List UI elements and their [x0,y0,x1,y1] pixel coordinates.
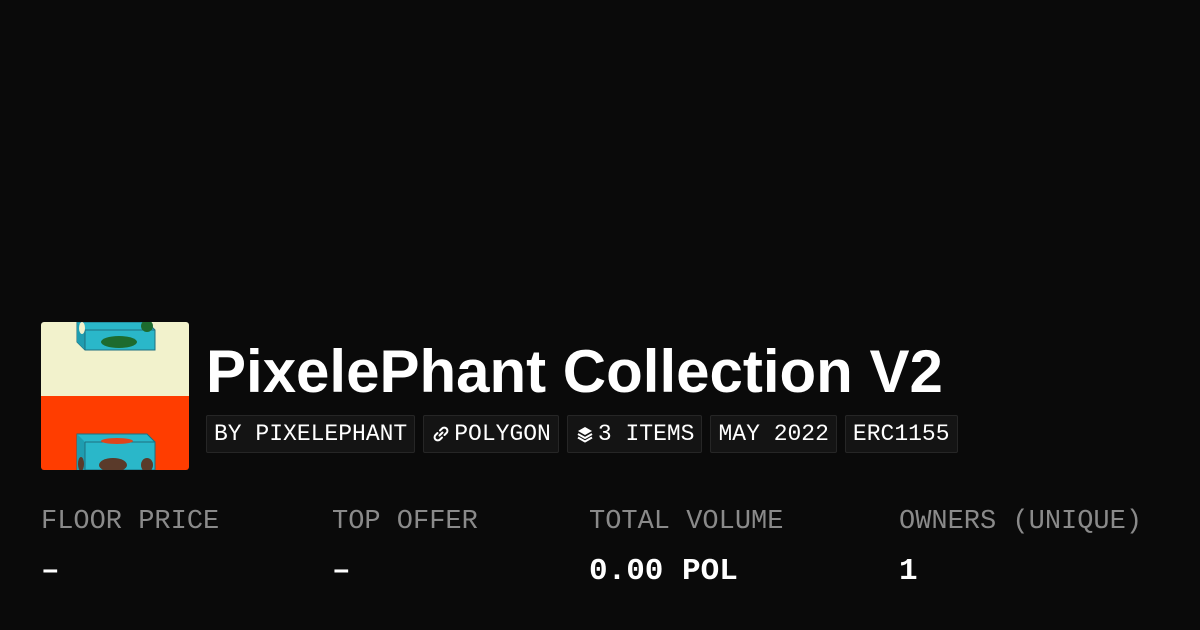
layers-icon [575,424,595,444]
floor-price-label: FLOOR PRICE [41,507,220,537]
standard-tag: ERC1155 [844,415,958,453]
floor-price-stat: FLOOR PRICE – [41,505,219,588]
items-tag[interactable]: 3 ITEMS [566,415,703,453]
total-volume-value: 0.00 POL [589,554,738,589]
top-offer-stat: TOP OFFER – [332,505,478,588]
collection-thumbnail [41,322,189,470]
collection-title: PixelePhant Collection V2 [206,338,943,405]
top-offer-value: – [332,554,351,589]
owners-label: OWNERS (UNIQUE) [899,507,1143,537]
floor-price-value: – [41,554,60,589]
total-volume-label: TOTAL VOLUME [589,507,784,537]
date-tag-label: MAY 2022 [718,421,829,447]
chain-link-icon [431,424,451,444]
chain-tag-label: POLYGON [454,421,551,447]
owners-value: 1 [899,554,918,589]
chain-tag[interactable]: POLYGON [423,415,559,453]
collection-tags: BY PIXELEPHANT POLYGON 3 ITEMS MAY 2022 … [206,415,958,453]
pixel-elephant-box-artwork [41,322,189,470]
top-offer-label: TOP OFFER [332,507,478,537]
creator-tag-label: BY PIXELEPHANT [214,421,408,447]
total-volume-stat: TOTAL VOLUME 0.00 POL [589,505,783,588]
creator-tag[interactable]: BY PIXELEPHANT [206,415,416,453]
owners-stat: OWNERS (UNIQUE) 1 [899,505,1142,588]
collection-preview-card: PixelePhant Collection V2 BY PIXELEPHANT… [0,0,1200,630]
date-tag: MAY 2022 [710,415,837,453]
items-tag-label: 3 ITEMS [597,421,695,447]
standard-tag-label: ERC1155 [852,421,950,447]
